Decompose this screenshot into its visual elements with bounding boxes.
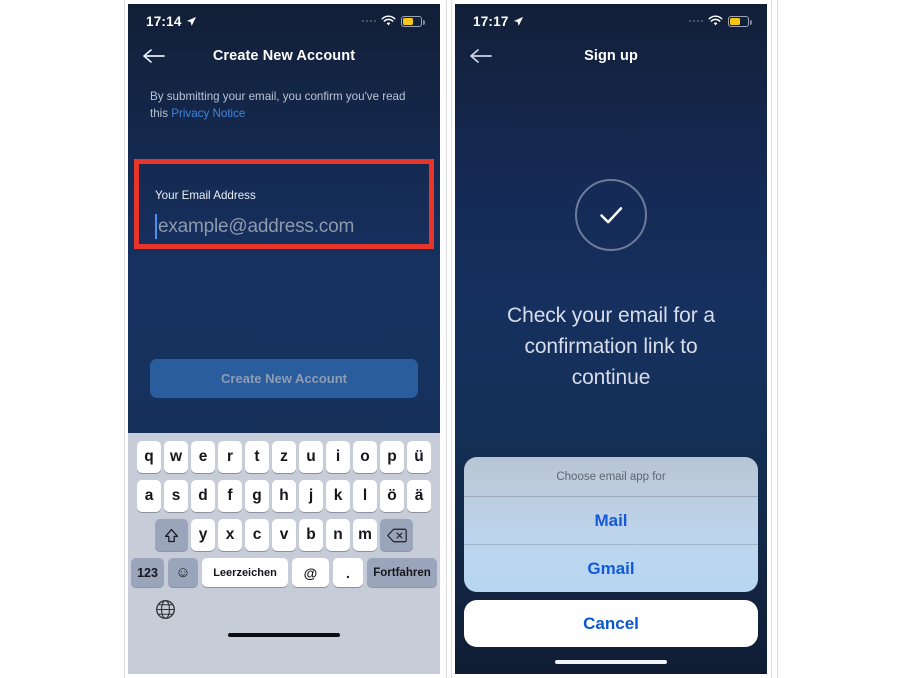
software-keyboard: q w e r t z u i o p ü a s d f g h j k l … — [128, 433, 440, 674]
location-arrow-icon — [513, 16, 523, 26]
status-bar: 17:14 — [128, 4, 440, 38]
privacy-notice-link[interactable]: Privacy Notice — [171, 107, 245, 120]
status-bar-time-group: 17:17 — [473, 14, 524, 29]
page-title: Sign up — [584, 48, 638, 64]
key-r[interactable]: r — [218, 441, 242, 473]
phone-screenshot-right: 17:17 Sign up Check your email for a con… — [455, 4, 767, 674]
key-n[interactable]: n — [326, 519, 350, 551]
phone-screenshot-left: 17:14 Create New Account By submitting y… — [128, 4, 440, 674]
shift-arrow-up-icon — [164, 528, 179, 542]
key-e[interactable]: e — [191, 441, 215, 473]
checkmark-circle-icon — [575, 179, 647, 251]
page-divider-line — [777, 0, 778, 678]
text-caret — [155, 214, 157, 239]
shift-key[interactable] — [155, 519, 188, 551]
continue-key[interactable]: Fortfahren — [367, 558, 437, 587]
page-divider-line — [124, 0, 125, 678]
page-divider-line — [771, 0, 772, 678]
status-bar-time: 17:17 — [473, 13, 509, 29]
smiley-face-icon[interactable]: ☺ — [168, 558, 198, 587]
period-key[interactable]: . — [333, 558, 363, 587]
email-field-highlight-box: Your Email Address example@address.com — [134, 159, 434, 249]
globe-language-icon[interactable] — [155, 599, 176, 620]
consent-text: By submitting your email, you confirm yo… — [150, 88, 418, 122]
location-arrow-icon — [186, 16, 196, 26]
screenshot-canvas: 17:14 Create New Account By submitting y… — [0, 0, 900, 678]
status-bar-indicators — [361, 15, 425, 27]
key-q[interactable]: q — [137, 441, 161, 473]
action-sheet-title: Choose email app for — [464, 457, 758, 497]
key-b[interactable]: b — [299, 519, 323, 551]
status-bar-indicators — [688, 15, 752, 27]
key-j[interactable]: j — [299, 480, 323, 512]
key-l[interactable]: l — [353, 480, 377, 512]
key-o[interactable]: o — [353, 441, 377, 473]
key-g[interactable]: g — [245, 480, 269, 512]
page-title: Create New Account — [212, 48, 356, 64]
email-input-placeholder: example@address.com — [158, 215, 355, 237]
key-x[interactable]: x — [218, 519, 242, 551]
key-s[interactable]: s — [164, 480, 188, 512]
keyboard-row-2: a s d f g h j k l ö ä — [128, 473, 440, 512]
key-k[interactable]: k — [326, 480, 350, 512]
space-key[interactable]: Leerzeichen — [202, 558, 288, 587]
wifi-icon — [381, 15, 396, 26]
key-a[interactable]: a — [137, 480, 161, 512]
create-new-account-button[interactable]: Create New Account — [150, 359, 418, 398]
email-field-label: Your Email Address — [155, 189, 256, 202]
key-d[interactable]: d — [191, 480, 215, 512]
key-p[interactable]: p — [380, 441, 404, 473]
signal-dots-icon — [688, 19, 703, 23]
key-v[interactable]: v — [272, 519, 296, 551]
confirmation-message: Check your email for a confirmation link… — [507, 304, 715, 389]
key-ouml[interactable]: ö — [380, 480, 404, 512]
key-f[interactable]: f — [218, 480, 242, 512]
keyboard-row-3: y x c v b n m — [128, 512, 440, 551]
page-divider-line — [446, 0, 447, 678]
key-auml[interactable]: ä — [407, 480, 431, 512]
key-y[interactable]: y — [191, 519, 215, 551]
key-w[interactable]: w — [164, 441, 188, 473]
signal-dots-icon — [361, 19, 376, 23]
backspace-key[interactable] — [380, 519, 413, 551]
backspace-delete-icon — [386, 528, 407, 542]
checkmark-icon — [600, 207, 623, 224]
page-divider-line — [451, 0, 452, 678]
keyboard-row-4: 123 ☺ Leerzeichen @ . Fortfahren — [128, 551, 440, 587]
home-indicator-bar[interactable] — [555, 659, 667, 664]
arrow-left-icon[interactable] — [469, 46, 495, 66]
status-bar: 17:17 — [455, 4, 767, 38]
battery-low-power-icon — [401, 15, 425, 27]
app-screen-sign-up-confirmation: 17:17 Sign up Check your email for a con… — [455, 4, 767, 674]
action-sheet-option-mail[interactable]: Mail — [464, 497, 758, 544]
key-h[interactable]: h — [272, 480, 296, 512]
battery-low-power-icon — [728, 15, 752, 27]
home-indicator-bar[interactable] — [228, 632, 340, 637]
key-c[interactable]: c — [245, 519, 269, 551]
cancel-button[interactable]: Cancel — [464, 600, 758, 647]
arrow-left-icon[interactable] — [142, 46, 168, 66]
numbers-key[interactable]: 123 — [131, 558, 164, 587]
status-bar-time: 17:14 — [146, 13, 182, 29]
email-input[interactable]: example@address.com — [155, 214, 354, 239]
status-bar-time-group: 17:14 — [146, 14, 197, 29]
nav-bar: Sign up — [455, 38, 767, 74]
key-i[interactable]: i — [326, 441, 350, 473]
nav-bar: Create New Account — [128, 38, 440, 74]
keyboard-row-1: q w e r t z u i o p ü — [128, 433, 440, 473]
key-u[interactable]: u — [299, 441, 323, 473]
key-t[interactable]: t — [245, 441, 269, 473]
at-key[interactable]: @ — [292, 558, 329, 587]
email-app-action-sheet: Choose email app for Mail Gmail — [464, 457, 758, 592]
key-uuml[interactable]: ü — [407, 441, 431, 473]
key-m[interactable]: m — [353, 519, 377, 551]
app-screen-create-account: 17:14 Create New Account By submitting y… — [128, 4, 440, 674]
keyboard-bottom-bar — [128, 587, 440, 649]
key-z[interactable]: z — [272, 441, 296, 473]
wifi-icon — [708, 15, 723, 26]
action-sheet-option-gmail[interactable]: Gmail — [464, 544, 758, 592]
